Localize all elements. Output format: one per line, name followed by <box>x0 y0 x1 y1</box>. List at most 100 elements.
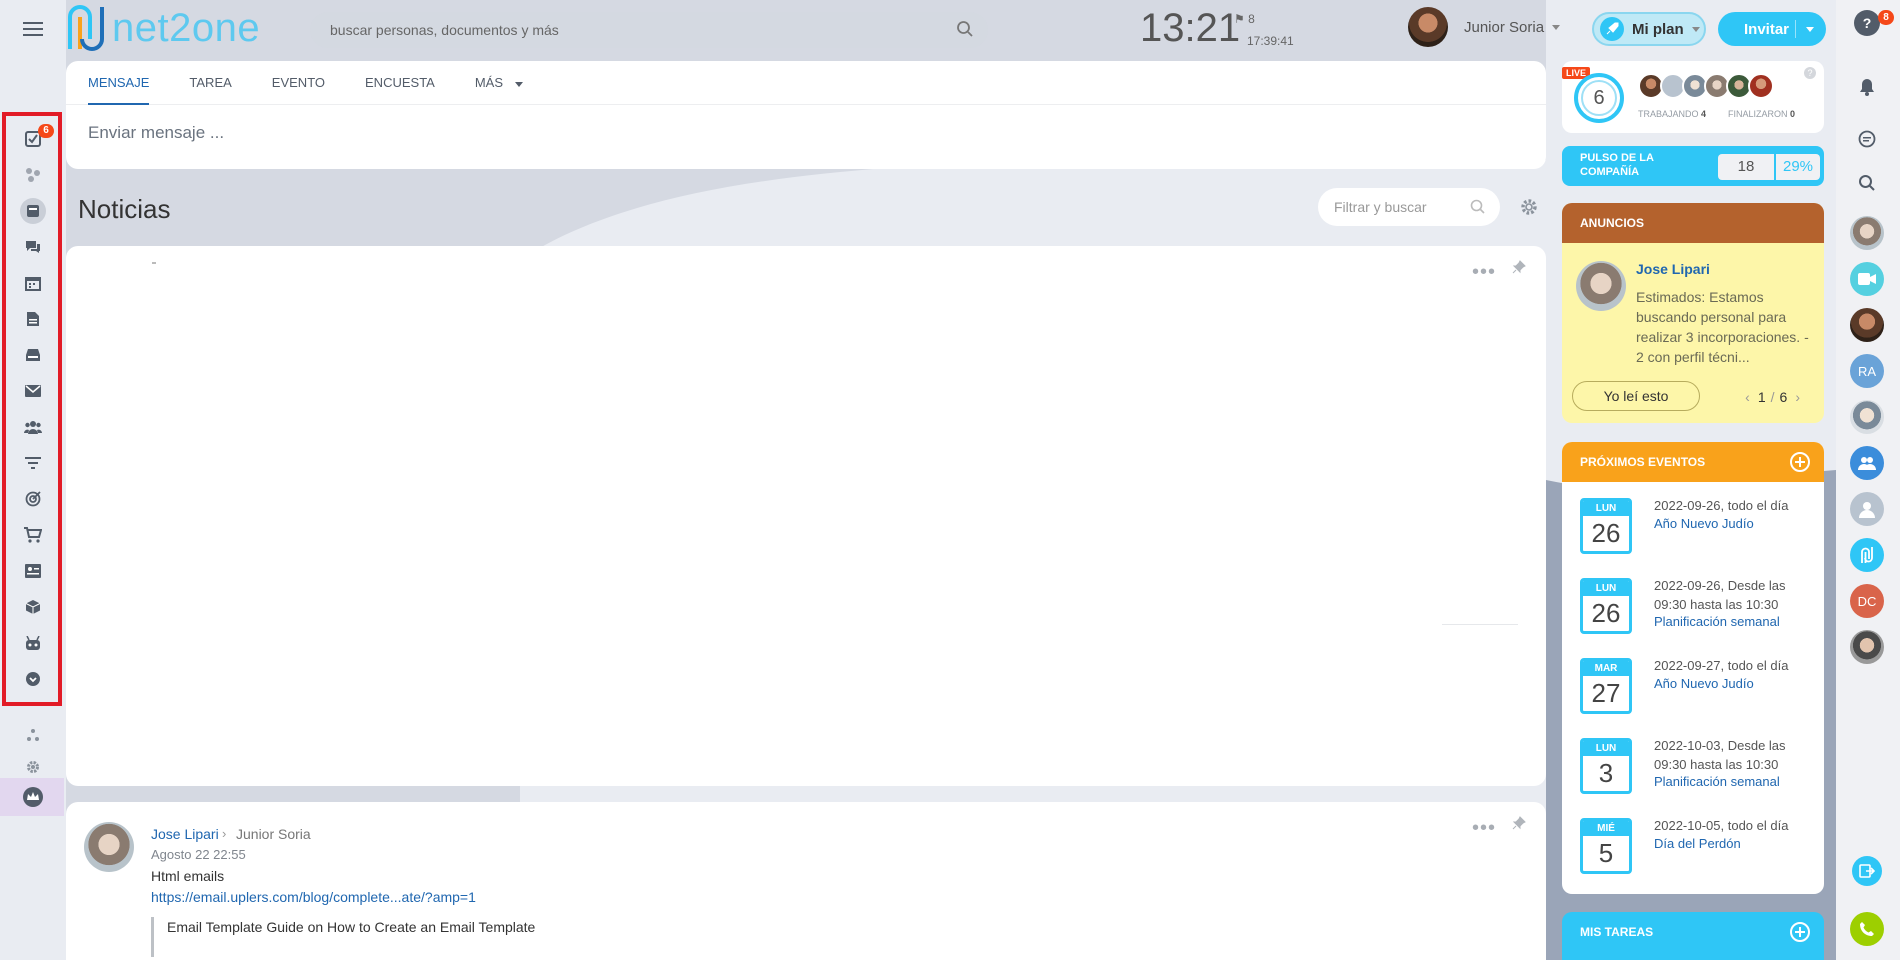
avatar[interactable] <box>1748 73 1774 99</box>
tab-event[interactable]: EVENTO <box>272 61 325 104</box>
contact-avatar[interactable] <box>1850 492 1884 526</box>
crm-icon[interactable] <box>20 162 46 188</box>
read-confirm-button[interactable]: Yo leí esto <box>1572 381 1700 411</box>
message-input[interactable] <box>88 123 1508 143</box>
user-avatar <box>1408 7 1448 47</box>
cart-icon[interactable] <box>20 522 46 548</box>
chevron-left-icon[interactable]: ‹ <box>1745 389 1750 405</box>
announcement-pager: ‹ 1 / 6 › <box>1737 389 1808 405</box>
calendar-date: LUN 26 <box>1580 578 1632 634</box>
post-author[interactable]: Jose Lipari <box>151 826 219 842</box>
company-pulse[interactable]: PULSO DE LA COMPAÑÍA 18 29% <box>1562 146 1824 186</box>
robot-icon[interactable] <box>20 630 46 656</box>
announcement-author[interactable]: Jose Lipari <box>1636 261 1710 277</box>
invite-button[interactable]: Invitar <box>1718 12 1826 46</box>
screen-share-icon[interactable] <box>1852 856 1882 886</box>
link-preview-title[interactable]: Email Template Guide on How to Create an… <box>151 917 535 957</box>
search-box[interactable] <box>310 12 988 48</box>
gear-icon[interactable] <box>1520 198 1538 221</box>
calendar-date: LUN 26 <box>1580 498 1632 554</box>
drive-icon[interactable] <box>20 342 46 368</box>
contact-avatar[interactable] <box>1850 216 1884 250</box>
search-icon[interactable] <box>1470 199 1486 215</box>
event-item[interactable]: LUN 26 2022-09-26, Desde las 09:30 hasta … <box>1562 570 1824 646</box>
post-date[interactable]: Agosto 22 22:55 <box>151 847 246 862</box>
event-item[interactable]: MAR 27 2022-09-27, todo el día Año Nuevo … <box>1562 650 1824 726</box>
post-link[interactable]: https://email.uplers.com/blog/complete..… <box>151 889 476 905</box>
pin-icon[interactable] <box>1512 816 1526 835</box>
documents-icon[interactable] <box>20 306 46 332</box>
feed-filter[interactable] <box>1318 188 1500 226</box>
invite-label: Invitar <box>1744 20 1790 38</box>
pin-icon[interactable] <box>1512 260 1526 279</box>
user-menu[interactable]: Junior Soria <box>1408 7 1561 47</box>
menu-icon[interactable] <box>20 18 46 40</box>
events-header: PRÓXIMOS EVENTOS <box>1562 442 1824 482</box>
chevron-right-icon[interactable]: › <box>1795 389 1800 405</box>
sitemap-icon[interactable] <box>20 722 46 748</box>
more-dots-icon[interactable]: ••• <box>1472 818 1496 838</box>
help-icon[interactable]: ? <box>1854 10 1880 36</box>
contact-avatar[interactable] <box>1850 400 1884 434</box>
contact-card-icon[interactable] <box>20 558 46 584</box>
event-when: 2022-09-26, Desde las 09:30 hasta las 10… <box>1654 578 1786 612</box>
feed-icon[interactable] <box>20 198 46 224</box>
phone-icon[interactable] <box>1850 912 1884 946</box>
event-title[interactable]: Año Nuevo Judío <box>1654 516 1754 531</box>
bell-icon[interactable] <box>1850 70 1884 104</box>
target-icon[interactable] <box>20 486 46 512</box>
pulse-label: PULSO DE LA COMPAÑÍA <box>1580 152 1654 178</box>
event-title[interactable]: Año Nuevo Judío <box>1654 676 1754 691</box>
event-when: 2022-09-26, todo el día <box>1654 498 1789 513</box>
add-task-icon[interactable] <box>1790 922 1810 942</box>
crown-icon[interactable] <box>20 784 46 810</box>
contact-avatar[interactable] <box>1850 630 1884 664</box>
my-plan-button[interactable]: Mi plan <box>1592 12 1706 46</box>
contact-avatar[interactable]: DC <box>1850 584 1884 618</box>
author-avatar[interactable] <box>84 822 134 872</box>
contact-avatar[interactable]: RA <box>1850 354 1884 388</box>
tab-more[interactable]: MÁS <box>475 61 523 104</box>
my-plan-label: Mi plan <box>1632 20 1684 38</box>
company-logo-icon[interactable] <box>1850 538 1884 572</box>
group-chat-icon[interactable] <box>1850 446 1884 480</box>
more-icon[interactable] <box>20 666 46 692</box>
event-item[interactable]: LUN 26 2022-09-26, todo el día Año Nuevo … <box>1562 490 1824 566</box>
event-title[interactable]: Planificación semanal <box>1654 614 1780 629</box>
tasks-title: MIS TAREAS <box>1580 925 1654 939</box>
post-recipient[interactable]: Junior Soria <box>236 826 311 842</box>
mail-icon[interactable] <box>20 378 46 404</box>
event-item[interactable]: LUN 3 2022-10-03, Desde las 09:30 hasta l… <box>1562 730 1824 806</box>
video-icon[interactable] <box>1850 262 1884 296</box>
event-item[interactable]: MIÉ 5 2022-10-05, todo el día Día del Per… <box>1562 810 1824 886</box>
box-icon[interactable] <box>20 594 46 620</box>
settings-icon[interactable] <box>20 754 46 780</box>
help-badge: 8 <box>1878 10 1894 25</box>
search-icon[interactable] <box>956 20 974 38</box>
search-icon[interactable] <box>1850 166 1884 200</box>
event-title[interactable]: Planificación semanal <box>1654 774 1780 789</box>
announcement-text[interactable]: Estimados: Estamos buscando personal par… <box>1636 287 1816 367</box>
groups-icon[interactable] <box>20 414 46 440</box>
add-event-icon[interactable] <box>1790 452 1810 472</box>
tab-poll[interactable]: ENCUESTA <box>365 61 435 104</box>
contact-avatar[interactable] <box>1850 308 1884 342</box>
event-title[interactable]: Día del Perdón <box>1654 836 1741 851</box>
chat-icon[interactable] <box>20 234 46 260</box>
tab-task[interactable]: TAREA <box>189 61 231 104</box>
chat-bubble-icon[interactable] <box>1850 122 1884 156</box>
more-dots-icon[interactable]: ••• <box>1472 262 1496 282</box>
tab-message[interactable]: MENSAJE <box>88 61 150 105</box>
live-counter: 6 <box>1574 73 1624 123</box>
live-widget[interactable]: LIVE 6 TRABAJANDO 4 FINALIZARON 0 ? <box>1562 61 1824 133</box>
author-avatar[interactable] <box>1576 261 1626 311</box>
help-icon[interactable]: ? <box>1804 67 1816 79</box>
filter-icon[interactable] <box>20 450 46 476</box>
search-input[interactable] <box>330 22 930 38</box>
filter-input[interactable] <box>1334 199 1464 215</box>
calendar-icon[interactable] <box>20 270 46 296</box>
chevron-down-icon[interactable] <box>1806 27 1814 32</box>
logo[interactable]: net2one <box>64 3 260 53</box>
working-label: TRABAJANDO 4 <box>1638 109 1707 119</box>
flag-counter[interactable]: ⚑ 8 <box>1234 12 1255 26</box>
